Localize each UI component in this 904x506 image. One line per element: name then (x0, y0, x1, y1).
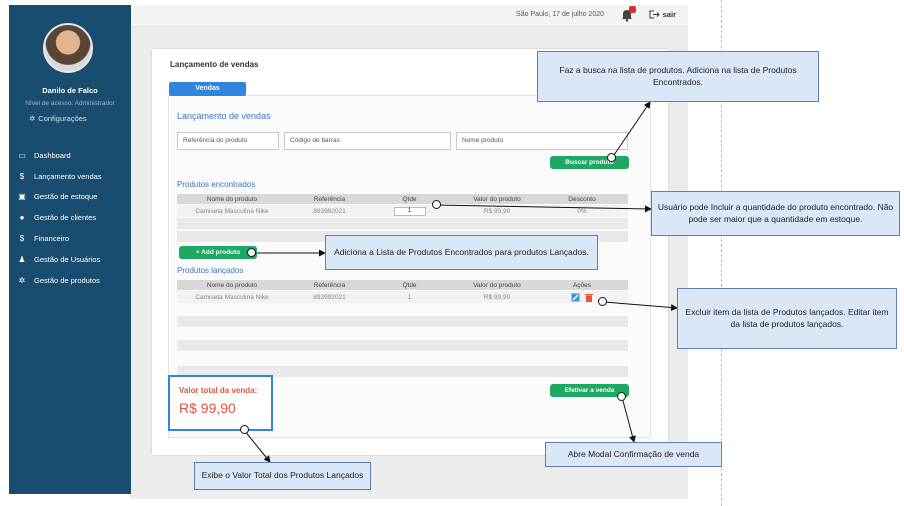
add-annotation: Adiciona a Lista de Produtos Encontrados… (325, 235, 598, 270)
marker-dot (247, 248, 256, 257)
screen: Danilo de Falco Nível de acesso: Adminis… (0, 0, 904, 506)
marker-dot (240, 425, 249, 434)
marker-dot (617, 392, 626, 401)
quantity-annotation: Usuário pode Incluir a quantidade do pro… (651, 191, 900, 236)
search-annotation: Faz a busca na lista de produtos. Adicio… (537, 51, 819, 102)
confirm-annotation: Abre Modal Confirmação de venda (545, 442, 722, 467)
marker-dot (607, 153, 616, 162)
total-annotation: Exibe o Valor Total dos Produtos Lançado… (194, 462, 371, 490)
marker-dot (598, 297, 607, 306)
actions-annotation: Excluir item da lista de Produtos lançad… (677, 288, 897, 349)
marker-dot (432, 200, 441, 209)
